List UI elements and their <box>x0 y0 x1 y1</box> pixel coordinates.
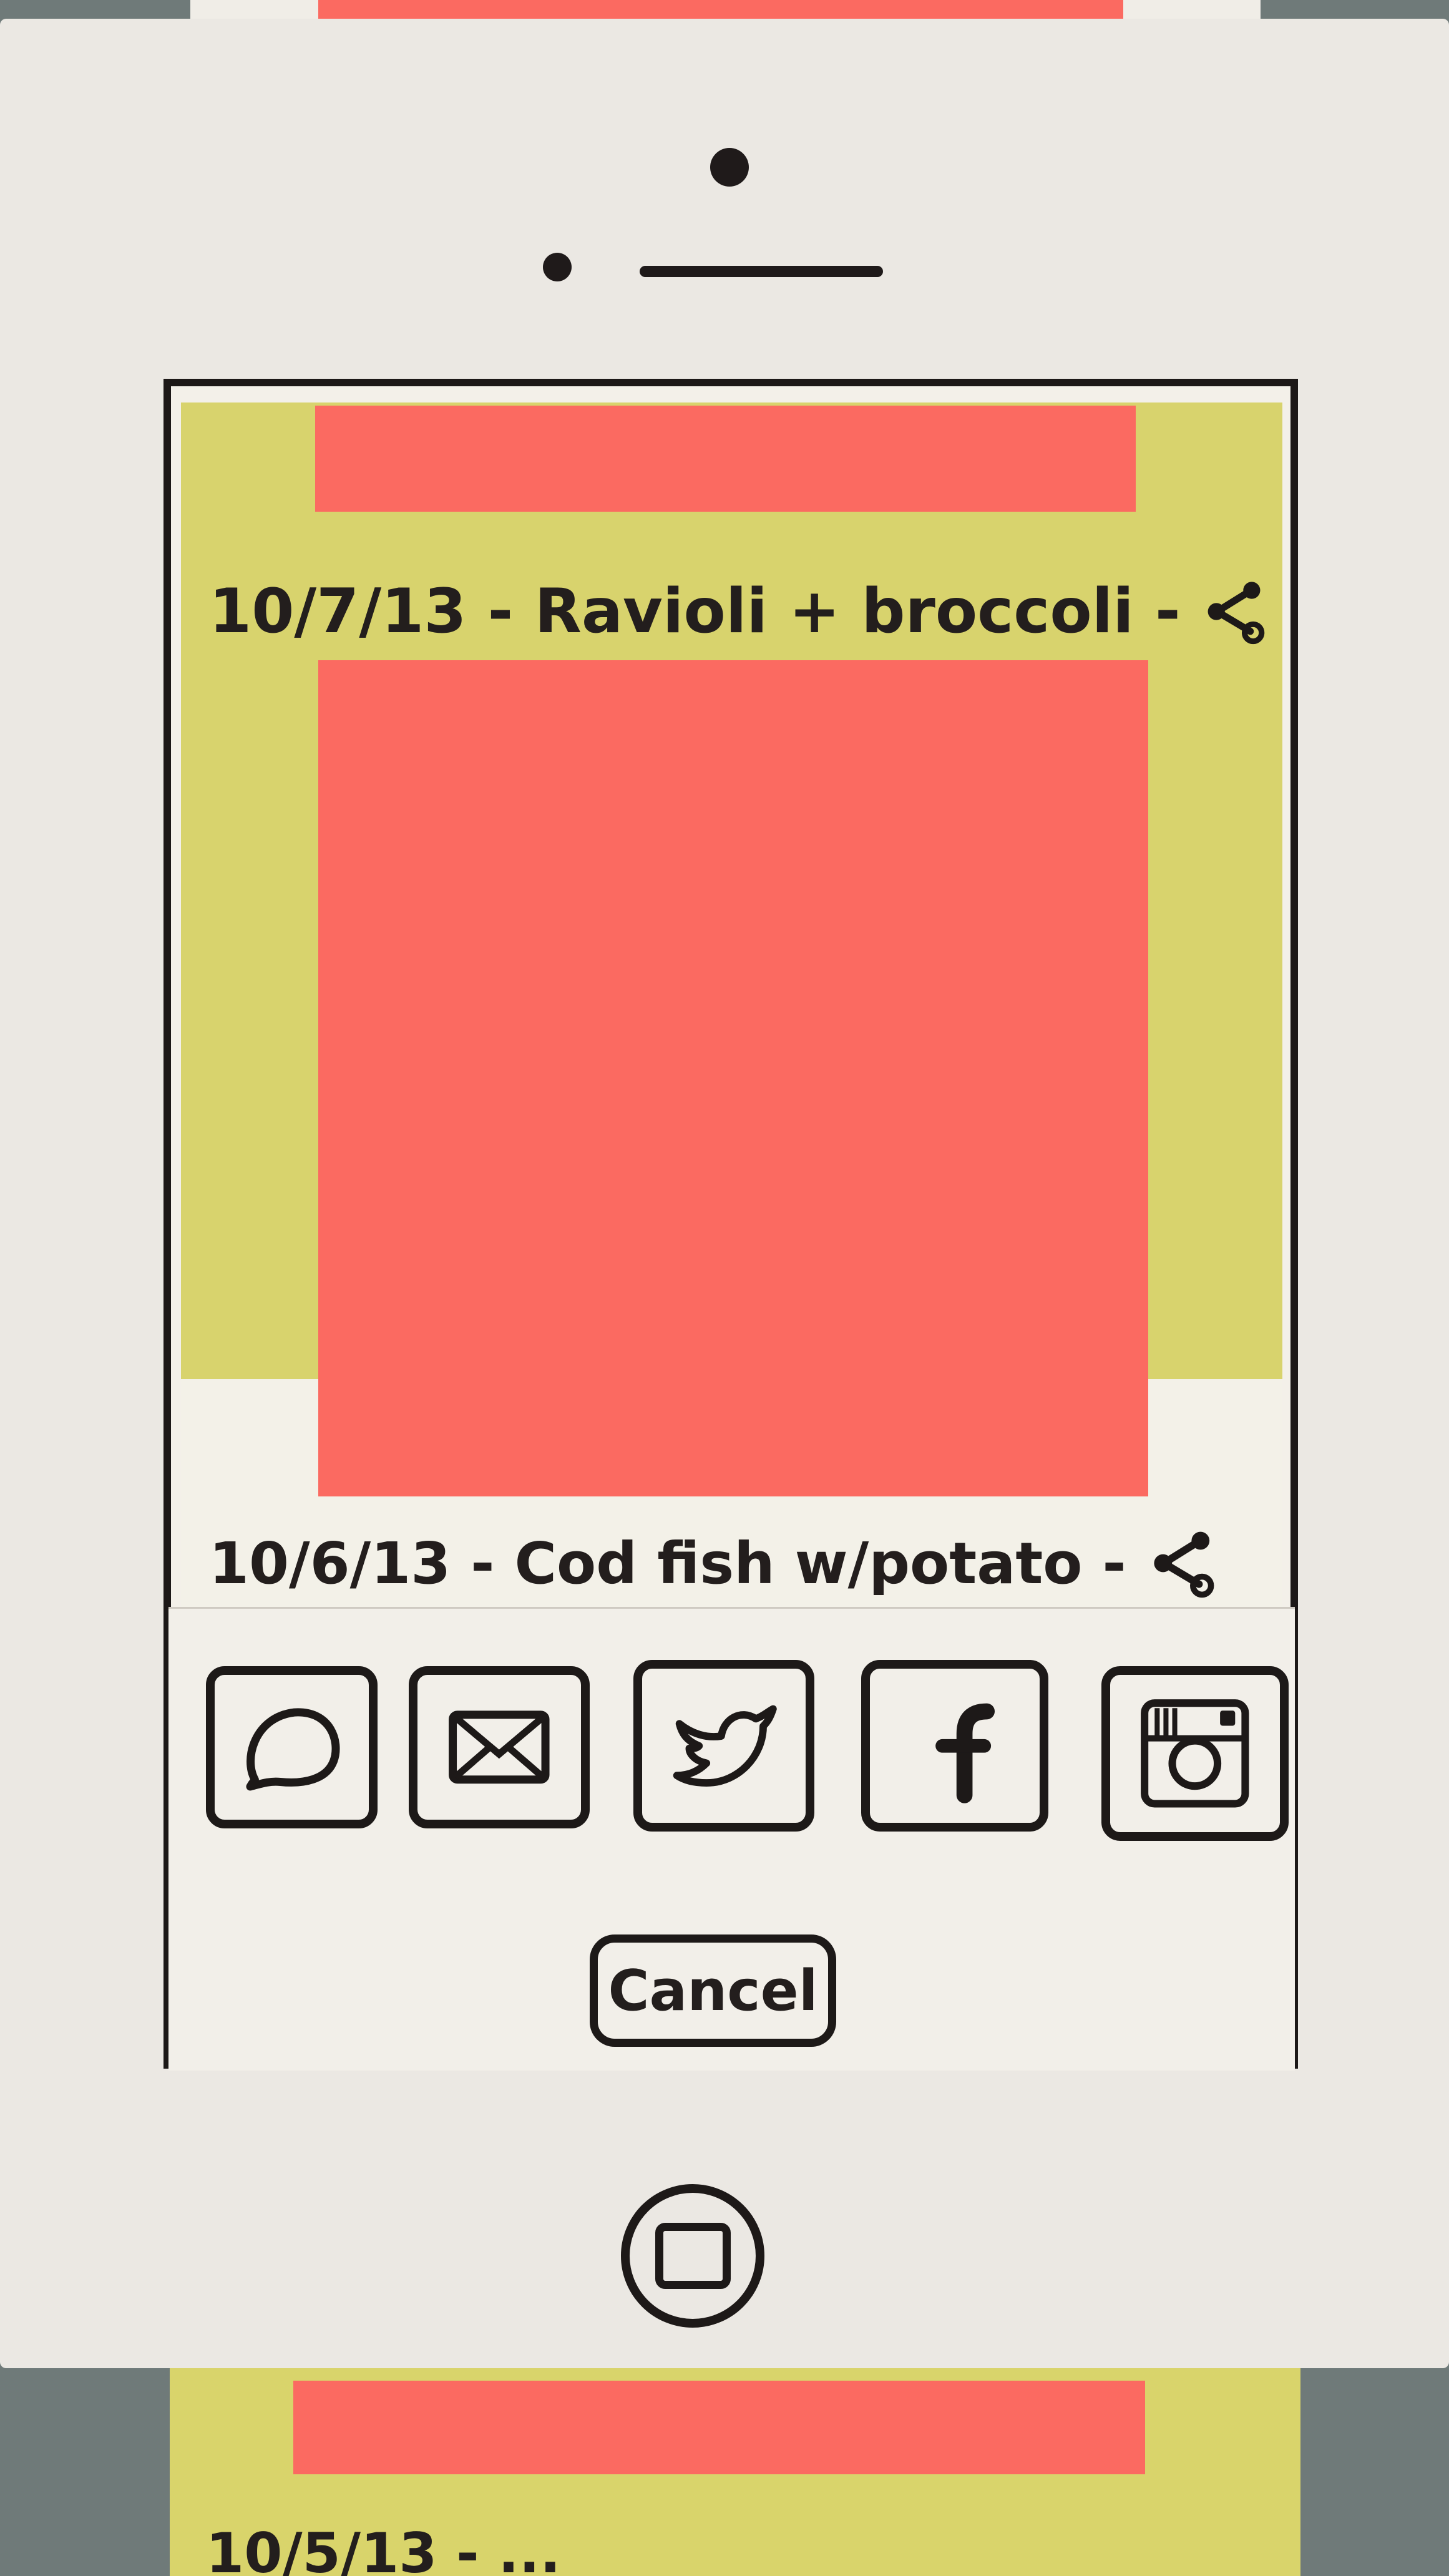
home-square-icon <box>655 2223 731 2289</box>
share-twitter-button[interactable] <box>633 1660 814 1832</box>
speech-bubble-icon <box>246 1708 340 1791</box>
share-facebook-button[interactable] <box>861 1660 1048 1832</box>
earpiece-speaker <box>640 266 883 277</box>
proximity-sensor <box>543 253 572 281</box>
share-icon[interactable] <box>1145 1526 1220 1601</box>
twitter-bird-icon <box>673 1705 777 1787</box>
post-photo-selected[interactable] <box>318 660 1148 1496</box>
share-email-button[interactable] <box>409 1666 590 1828</box>
share-messages-button[interactable] <box>206 1666 378 1828</box>
cancel-button[interactable]: Cancel <box>590 1934 836 2047</box>
post-caption-row: 10/7/13 - Ravioli + broccoli - <box>209 571 1270 652</box>
front-camera <box>710 148 749 187</box>
share-icon[interactable] <box>1199 574 1270 649</box>
post-caption: 10/7/13 - Ravioli + broccoli - <box>209 576 1181 647</box>
envelope-icon <box>449 1710 550 1784</box>
facebook-f-icon <box>935 1703 995 1803</box>
home-button[interactable] <box>621 2184 764 2328</box>
post-caption: 10/6/13 - Cod fish w/potato - <box>209 1530 1126 1597</box>
post-caption-row: 10/6/13 - Cod fish w/potato - <box>209 1523 1270 1604</box>
next-post-caption: 10/5/13 - ... <box>206 2521 561 2576</box>
post-photo[interactable] <box>315 406 1136 512</box>
share-instagram-button[interactable] <box>1101 1666 1289 1841</box>
next-post-photo <box>293 2381 1145 2474</box>
instagram-camera-icon <box>1141 1699 1249 1808</box>
